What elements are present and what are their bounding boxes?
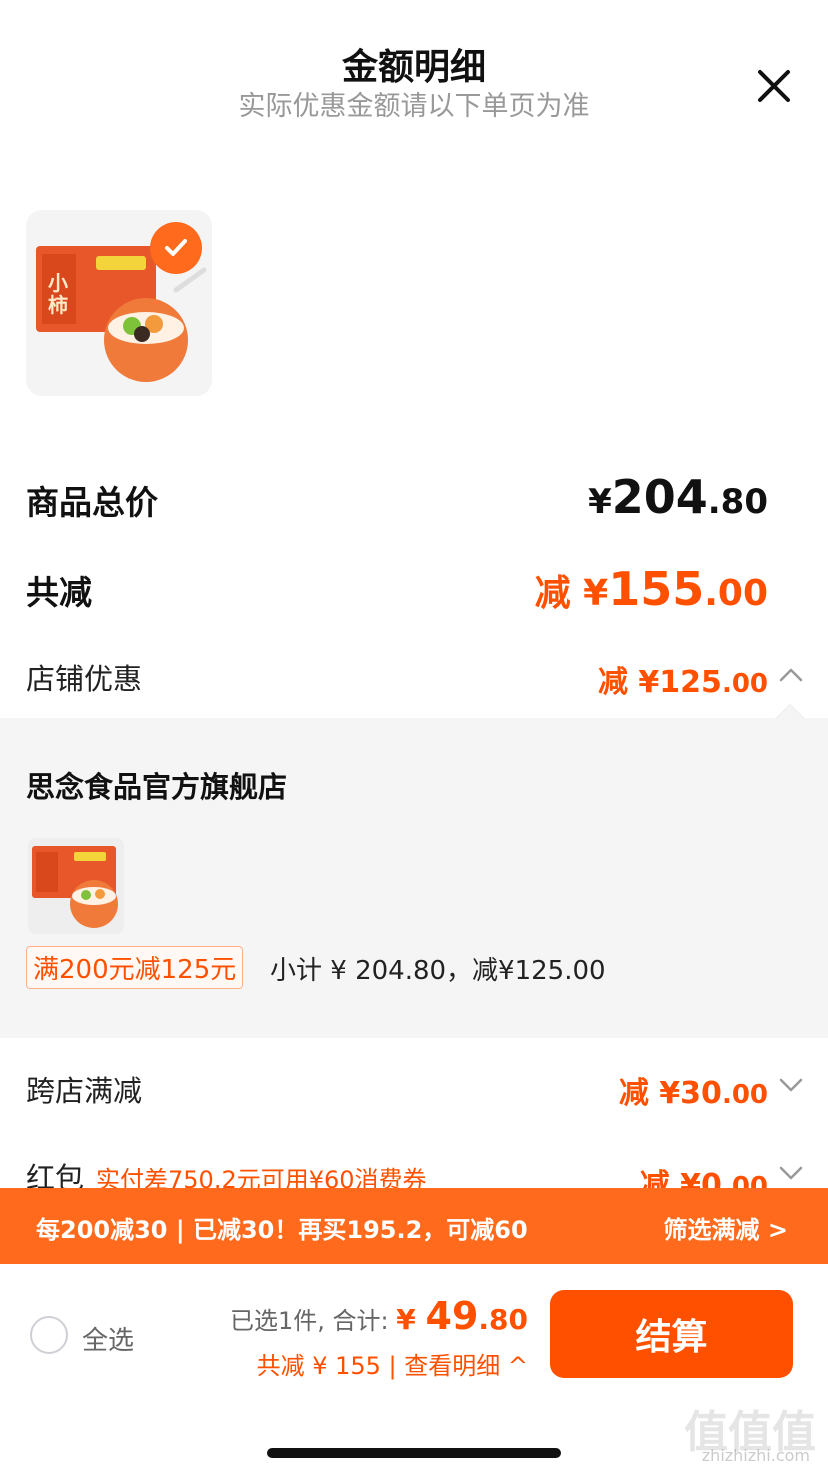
cross-store-value[interactable]: 减 ¥30.00 bbox=[619, 1068, 768, 1112]
svg-text:小: 小 bbox=[48, 271, 68, 295]
promo-bar-message: 每200减30 | 已减30！再买195.2，可减60 bbox=[36, 1216, 528, 1244]
chevron-up-icon[interactable] bbox=[778, 662, 804, 688]
page-subtitle: 实际优惠金额请以下单页为准 bbox=[238, 91, 590, 122]
store-discount-value[interactable]: 减 ¥125.00 bbox=[598, 657, 768, 701]
selected-count: 已选1件, bbox=[229, 1307, 325, 1335]
close-icon bbox=[758, 70, 790, 102]
select-all-label[interactable]: 全选 bbox=[82, 1320, 134, 1357]
header: 金额明细 实际优惠金额请以下单页为准 bbox=[0, 0, 828, 140]
store-discount-panel: 思念食品官方旗舰店 满200元减125元 小计 ¥ 204.80，减¥125.0… bbox=[0, 703, 828, 1038]
svg-text:柿: 柿 bbox=[48, 293, 68, 317]
checkmark-icon bbox=[165, 239, 187, 256]
home-indicator[interactable] bbox=[267, 1448, 561, 1458]
promo-tag: 满200元减125元 bbox=[26, 946, 244, 989]
total-reduction-label: 共减 bbox=[26, 573, 92, 612]
panel-pointer bbox=[775, 703, 805, 733]
page-title: 金额明细 bbox=[341, 47, 486, 88]
total-price-label: 商品总价 bbox=[26, 483, 158, 522]
promo-bar: 每200减30 | 已减30！再买195.2，可减60 筛选满减 > bbox=[0, 1188, 828, 1264]
watermark-url: zhizhizhi.com bbox=[701, 1446, 810, 1465]
close-button[interactable] bbox=[754, 66, 794, 106]
total-reduction-value: 减 ¥155.00 bbox=[534, 562, 768, 616]
store-product-thumbnail[interactable] bbox=[28, 838, 124, 934]
chevron-down-icon[interactable] bbox=[778, 1160, 804, 1186]
sum-label: 合计: bbox=[332, 1307, 389, 1335]
select-all-radio[interactable] bbox=[30, 1316, 68, 1354]
checkout-button[interactable]: 结算 bbox=[550, 1290, 793, 1378]
filter-discount-link[interactable]: 筛选满减 > bbox=[664, 1210, 788, 1245]
view-detail-link[interactable]: 共减 ¥ 155 | 查看明细 ^ bbox=[257, 1346, 528, 1381]
store-discount-label: 店铺优惠 bbox=[26, 662, 143, 696]
selected-check-badge[interactable] bbox=[150, 222, 202, 274]
sum-amount: ¥ 49.80 bbox=[396, 1294, 528, 1338]
total-price-value: ¥204.80 bbox=[588, 470, 768, 524]
store-name[interactable]: 思念食品官方旗舰店 bbox=[26, 764, 287, 806]
sum-line: 已选1件, 合计: ¥ 49.80 bbox=[230, 1294, 528, 1338]
product-package-icon bbox=[32, 846, 118, 928]
store-subtotal: 小计 ¥ 204.80，减¥125.00 bbox=[270, 956, 606, 986]
cross-store-label: 跨店满减 bbox=[26, 1074, 143, 1108]
chevron-down-icon[interactable] bbox=[778, 1072, 804, 1098]
